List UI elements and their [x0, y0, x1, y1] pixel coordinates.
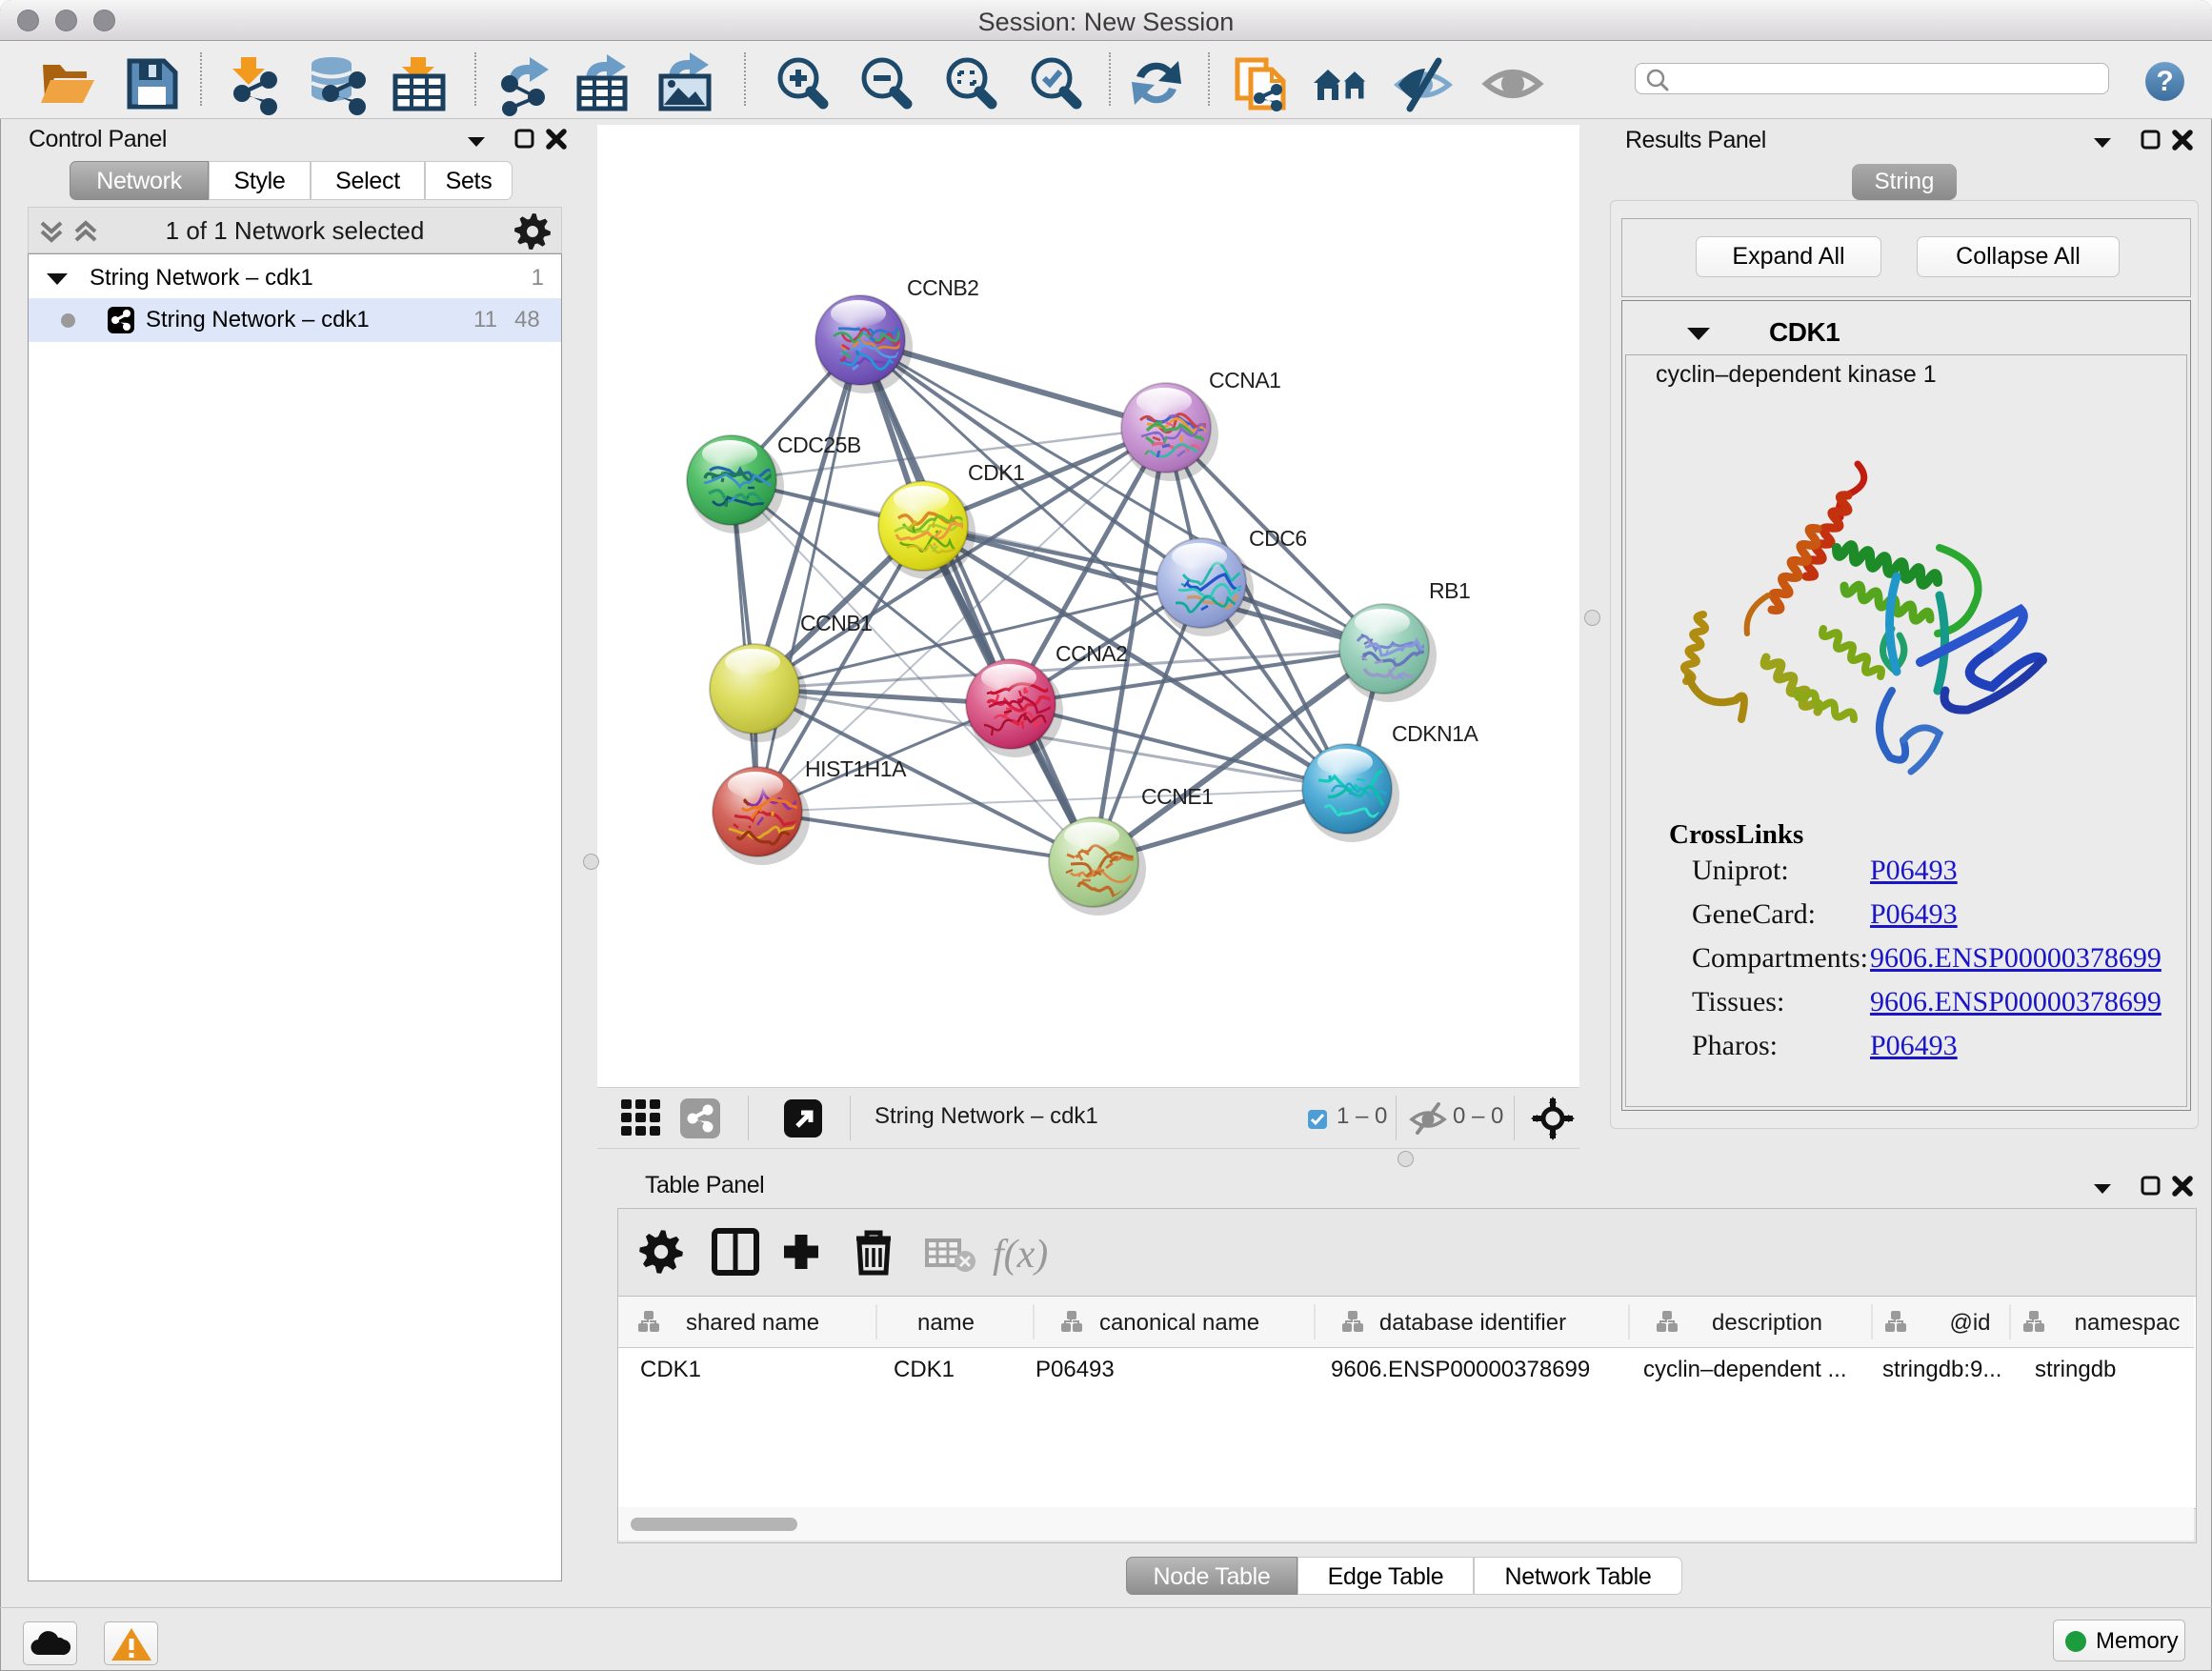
svg-text:CDC25B: CDC25B — [777, 433, 861, 457]
svg-text:canonical name: canonical name — [1099, 1310, 1259, 1336]
svg-text:CCNB2: CCNB2 — [907, 275, 978, 300]
svg-text:CCNB1: CCNB1 — [800, 611, 872, 635]
svg-text:CDKN1A: CDKN1A — [1392, 721, 1478, 746]
svg-text:shared name: shared name — [686, 1310, 819, 1336]
svg-text:f(x): f(x) — [993, 1233, 1048, 1277]
svg-text:name: name — [917, 1310, 975, 1336]
svg-text:@id: @id — [1949, 1310, 1990, 1336]
svg-text:database identifier: database identifier — [1379, 1310, 1566, 1336]
svg-text:RB1: RB1 — [1429, 578, 1470, 603]
svg-text:CCNE1: CCNE1 — [1141, 784, 1213, 809]
svg-text:description: description — [1712, 1310, 1822, 1336]
svg-text:CCNA1: CCNA1 — [1209, 368, 1280, 393]
svg-text:CCNA2: CCNA2 — [1056, 641, 1127, 666]
svg-text:CDK1: CDK1 — [968, 460, 1024, 485]
svg-text:CDC6: CDC6 — [1249, 526, 1307, 551]
svg-text:namespac: namespac — [2075, 1310, 2181, 1336]
svg-text:HIST1H1A: HIST1H1A — [805, 756, 907, 781]
